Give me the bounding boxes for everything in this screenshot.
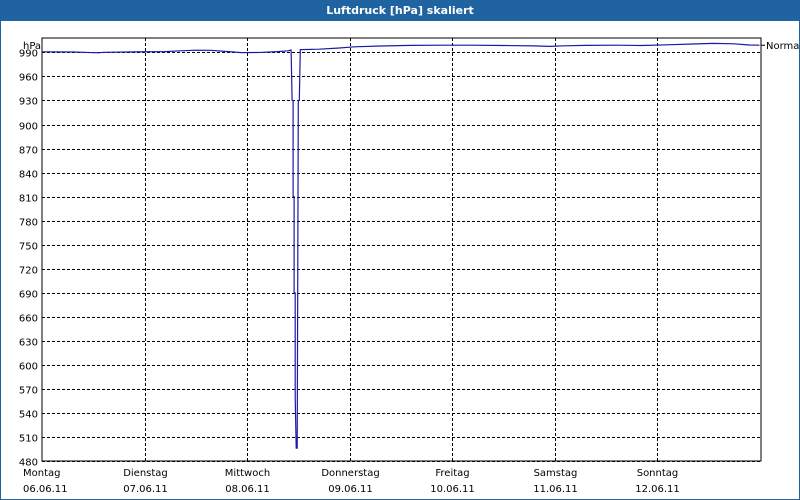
- y-tick-label: 540: [19, 410, 38, 421]
- y-tick-label: 810: [19, 194, 38, 205]
- x-tick-date: 06.06.11: [23, 484, 68, 495]
- chart-frame: hPa 990 960 930 900 870 840 810 780 750 720 690 660…: [0, 21, 800, 500]
- y-tick-label: 870: [19, 146, 38, 157]
- y-tick-label: 600: [19, 362, 38, 373]
- x-tick-day: Freitag: [435, 468, 469, 479]
- y-tick-labels: 990 960 930 900 870 840 810 780 750 720 690 660 630 6…: [19, 49, 38, 469]
- x-tick-day: Mittwoch: [225, 468, 270, 479]
- legend: Normal: [761, 41, 799, 52]
- x-tick-labels: Montag 06.06.11 Dienstag 07.06.11 Mittwoch 08…: [23, 468, 680, 495]
- x-tick-day: Samstag: [534, 468, 578, 479]
- x-tick-date: 12.06.11: [635, 484, 680, 495]
- y-tick-label: 990: [19, 49, 38, 60]
- y-tick-label: 930: [19, 97, 38, 108]
- x-tick-day: Sonntag: [637, 468, 679, 479]
- plot-area: [41, 37, 762, 462]
- y-tick-label: 720: [19, 266, 38, 277]
- y-tick-label: 780: [19, 218, 38, 229]
- y-tick-label: 840: [19, 170, 38, 181]
- y-tick-label: 690: [19, 290, 38, 301]
- y-tick-label: 900: [19, 122, 38, 133]
- x-tick-date: 11.06.11: [533, 484, 578, 495]
- x-tick-day: Montag: [23, 468, 60, 479]
- x-tick-date: 10.06.11: [430, 484, 475, 495]
- y-tick-label: 660: [19, 314, 38, 325]
- y-tick-label: 510: [19, 434, 38, 445]
- x-tick-date: 07.06.11: [123, 484, 168, 495]
- x-tick-date: 09.06.11: [328, 484, 373, 495]
- y-tick-label: 570: [19, 386, 38, 397]
- y-tick-label: 630: [19, 338, 38, 349]
- x-tick-date: 08.06.11: [225, 484, 270, 495]
- grid: [42, 38, 761, 462]
- chart-title: Luftdruck [hPa] skaliert: [0, 0, 800, 21]
- y-tick-label: 960: [19, 73, 38, 84]
- x-tick-day: Donnerstag: [321, 468, 379, 479]
- pressure-chart: hPa 990960930900870840810780750720690660…: [19, 37, 799, 495]
- legend-entry: Normal: [766, 41, 799, 52]
- y-tick-label: 750: [19, 242, 38, 253]
- x-tick-day: Dienstag: [123, 468, 168, 479]
- y-tick-label: 480: [19, 458, 38, 469]
